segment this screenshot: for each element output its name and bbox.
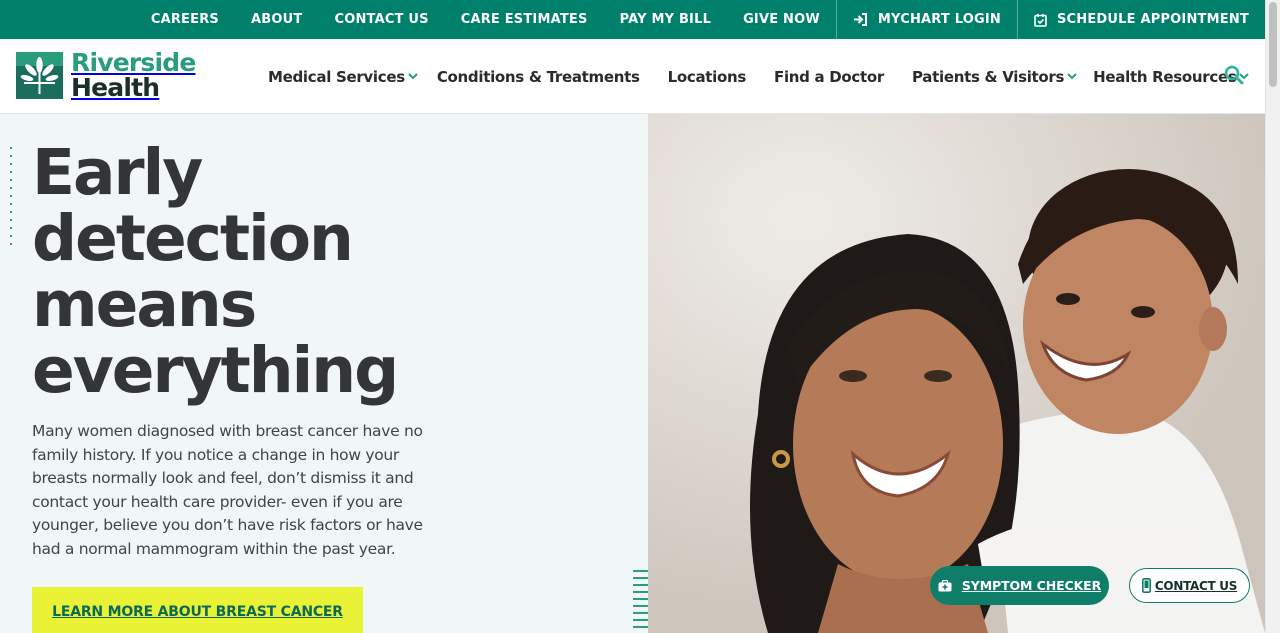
about-link[interactable]: ABOUT <box>235 0 318 39</box>
nav-patients-visitors-label: Patients & Visitors <box>912 67 1065 86</box>
nav-find-a-doctor[interactable]: Find a Doctor <box>774 68 884 86</box>
chevron-down-icon <box>408 73 418 80</box>
chevron-down-icon <box>1067 73 1077 80</box>
dotted-line-decoration <box>9 144 13 248</box>
site-header: Riverside Health Medical Services Condit… <box>0 39 1265 114</box>
nav-medical-services[interactable]: Medical Services <box>268 68 418 86</box>
headline-line: everything <box>32 334 399 407</box>
symptom-checker-label: SYMPTOM CHECKER <box>961 578 1102 593</box>
learn-more-breast-cancer-button[interactable]: LEARN MORE ABOUT BREAST CANCER <box>32 587 363 633</box>
medical-kit-icon <box>938 579 952 591</box>
hero-photo-mother-and-child <box>648 114 1265 633</box>
nav-find-a-doctor-label: Find a Doctor <box>774 67 884 86</box>
schedule-appointment-label: SCHEDULE APPOINTMENT <box>1056 12 1249 27</box>
nav-medical-services-label: Medical Services <box>268 67 405 86</box>
headline-line: Early <box>32 136 203 209</box>
scrollbar-thumb[interactable] <box>1269 2 1277 87</box>
nav-health-resources-label: Health Resources <box>1093 67 1237 86</box>
careers-link[interactable]: CAREERS <box>135 0 235 39</box>
logo-wordmark-line1: Riverside <box>71 48 196 77</box>
nav-locations[interactable]: Locations <box>667 67 747 86</box>
schedule-appointment-button[interactable]: SCHEDULE APPOINTMENT <box>1016 0 1265 39</box>
search-button[interactable] <box>1224 65 1246 87</box>
pay-my-bill-link[interactable]: PAY MY BILL <box>604 0 727 39</box>
contact-us-link[interactable]: CONTACT US <box>318 0 444 39</box>
nav-conditions-treatments[interactable]: Conditions & Treatments <box>437 68 640 86</box>
vertical-scrollbar[interactable] <box>1265 0 1280 633</box>
nav-locations-label: Locations <box>667 67 747 86</box>
hero-headline: Early detection means everything <box>32 136 399 407</box>
contact-us-floating-button[interactable]: CONTACT US <box>1129 568 1250 603</box>
symptom-checker-button[interactable]: SYMPTOM CHECKER <box>930 566 1109 605</box>
nav-conditions-treatments-label: Conditions & Treatments <box>436 67 640 86</box>
care-estimates-link[interactable]: CARE ESTIMATES <box>445 0 604 39</box>
main-nav: Medical Services Conditions & Treatments… <box>268 39 1250 114</box>
logo-wordmark-line2: Health <box>71 72 160 102</box>
hero-body-text: Many women diagnosed with breast cancer … <box>32 422 423 558</box>
sign-in-icon <box>853 13 867 26</box>
headline-line: means <box>32 268 257 341</box>
striped-line-decoration <box>633 570 649 633</box>
mychart-login-button[interactable]: MYCHART LOGIN <box>835 0 1017 39</box>
headline-line: detection <box>32 202 354 275</box>
riverside-health-logo[interactable]: Riverside Health <box>16 48 196 102</box>
mobile-phone-icon <box>1141 578 1151 593</box>
nav-patients-visitors[interactable]: Patients & Visitors <box>912 68 1077 86</box>
give-now-link[interactable]: GIVE NOW <box>727 0 836 39</box>
search-icon <box>1224 65 1244 85</box>
contact-us-floating-label: CONTACT US <box>1154 578 1238 593</box>
utility-bar: CAREERS ABOUT CONTACT US CARE ESTIMATES … <box>0 0 1265 39</box>
calendar-check-icon <box>1034 13 1047 27</box>
logo-leaf-icon <box>16 52 63 99</box>
hero-text-panel: Early detection means everything Many wo… <box>0 114 649 633</box>
mychart-login-label: MYCHART LOGIN <box>877 12 1001 27</box>
